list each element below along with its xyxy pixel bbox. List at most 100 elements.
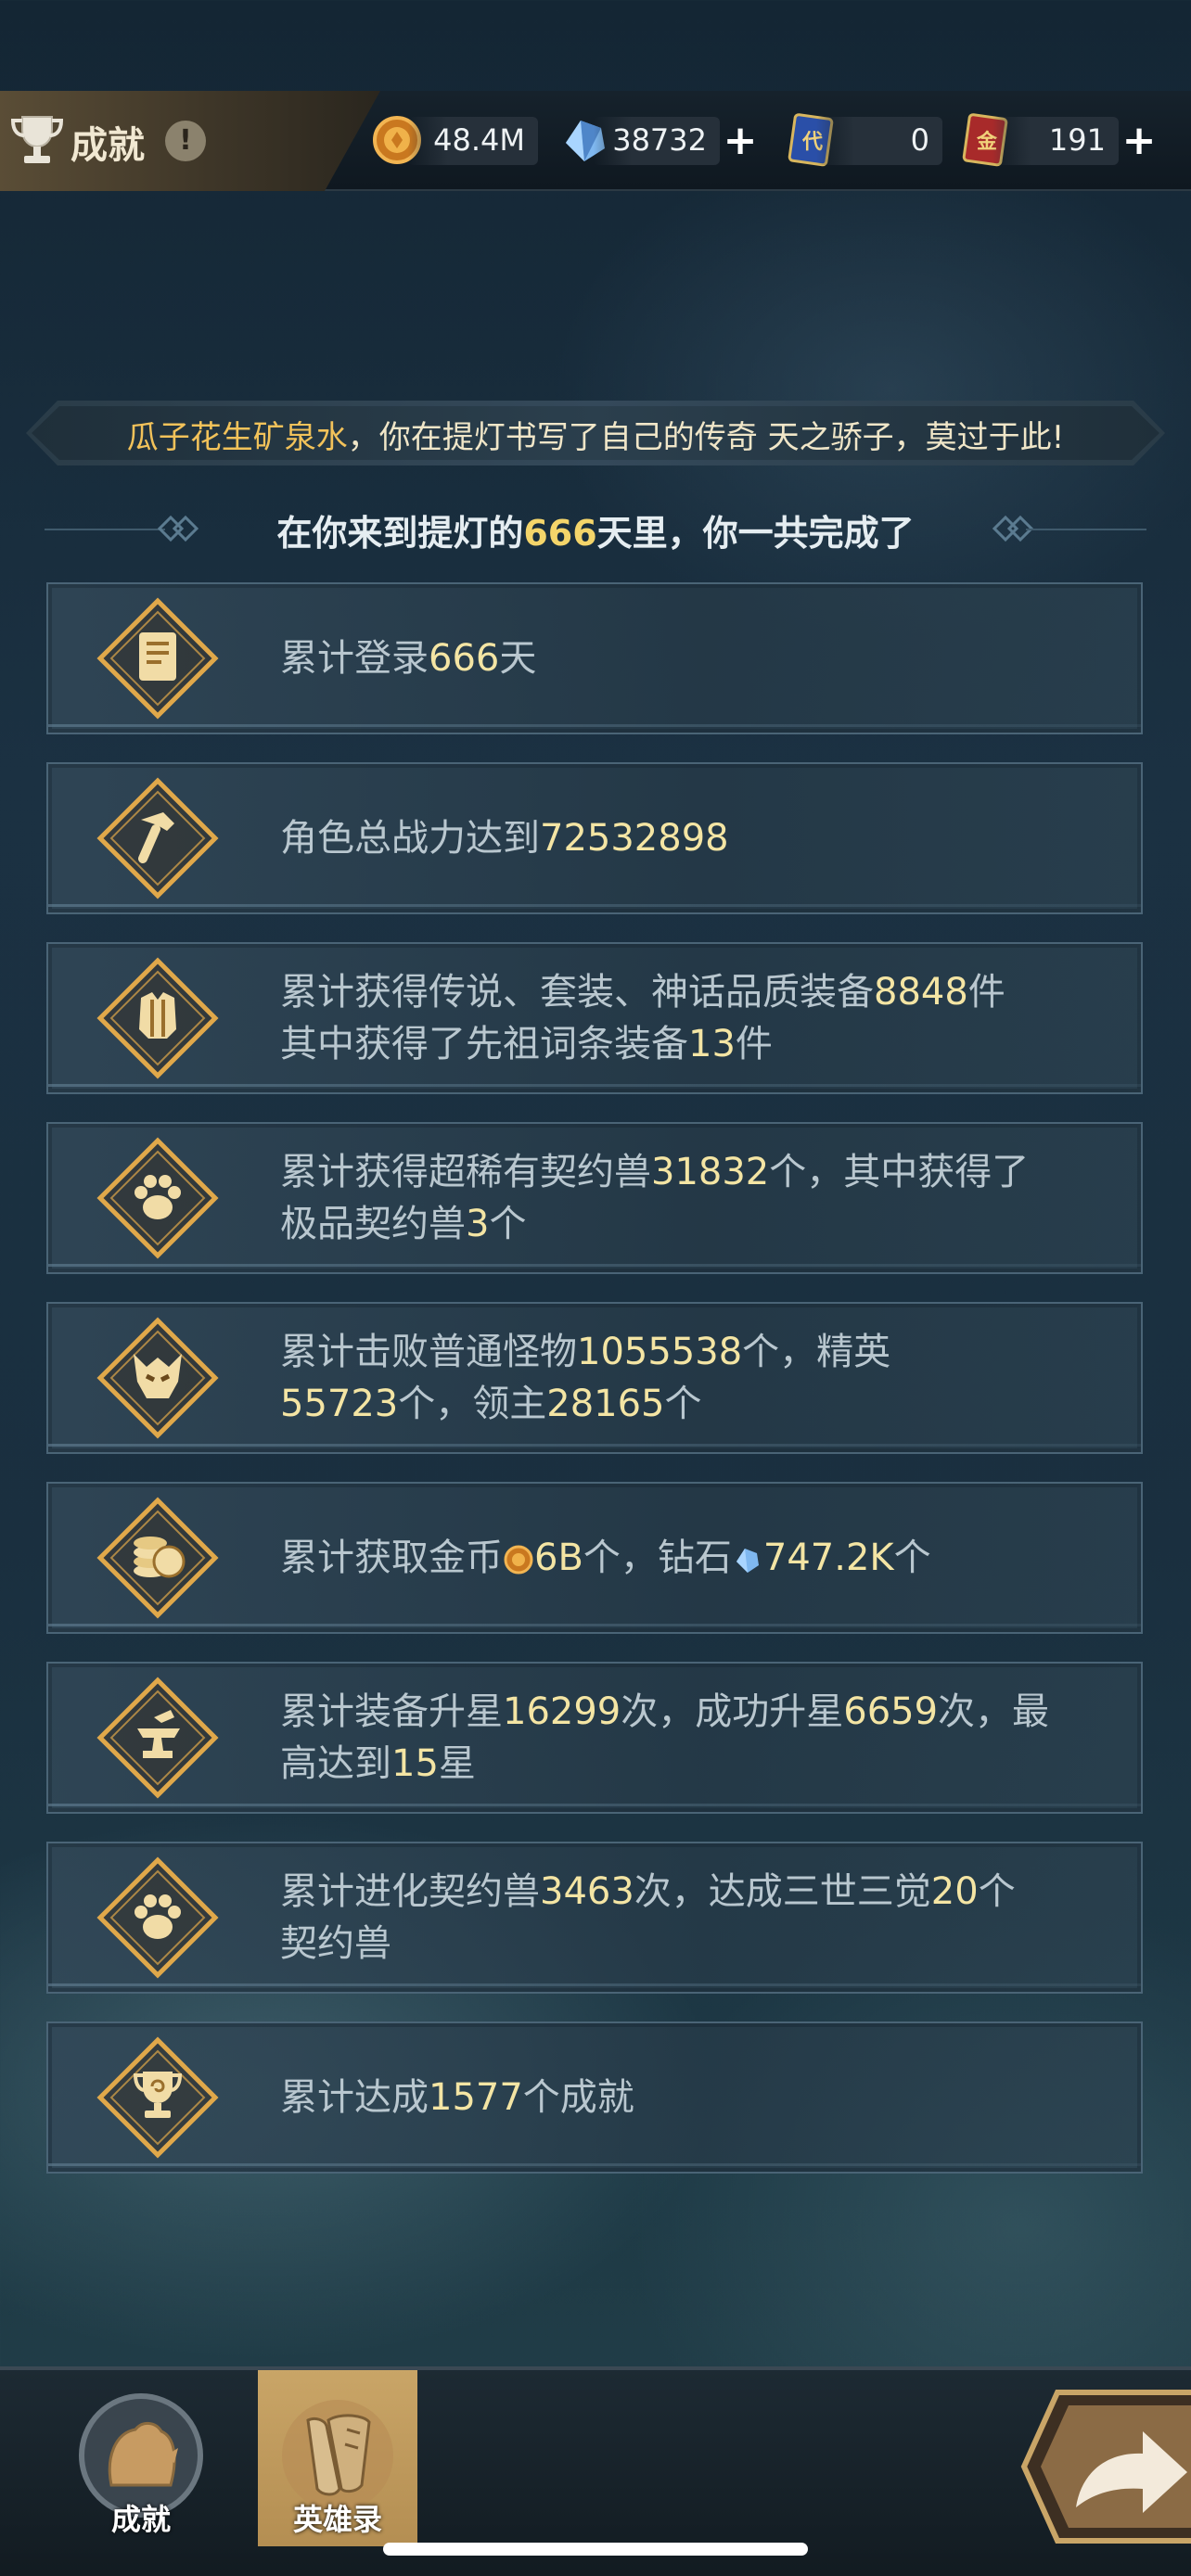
home-indicator bbox=[383, 2543, 808, 2556]
stat-value: 6B bbox=[534, 1537, 583, 1579]
stat-value: 6659 bbox=[843, 1690, 939, 1733]
stat-value: 3 bbox=[466, 1203, 490, 1245]
add-diamond-button[interactable]: + bbox=[722, 121, 759, 161]
stat-value: 16299 bbox=[503, 1690, 621, 1733]
share-button[interactable] bbox=[1020, 2387, 1191, 2546]
diamond-icon bbox=[736, 1549, 759, 1573]
paw-icon bbox=[96, 1137, 219, 1259]
stat-card: 累计获得传说、套装、神话品质装备8848件 其中获得了先祖词条装备13件 bbox=[46, 942, 1143, 1094]
red-ticket-value: 191 bbox=[1048, 122, 1106, 158]
divider-right bbox=[1026, 529, 1146, 530]
coins-icon bbox=[96, 1497, 219, 1619]
stat-text: 累计获得超稀有契约兽31832个，其中获得了 极品契约兽3个 bbox=[280, 1124, 1113, 1272]
stat-label: 个 bbox=[664, 1383, 702, 1425]
stat-label: 次，达成三世三觉 bbox=[634, 1870, 931, 1913]
stat-label: 个，钻石 bbox=[583, 1537, 732, 1579]
page-title: 成就 bbox=[70, 124, 145, 167]
diamond-counter: 38732 bbox=[594, 117, 720, 165]
stat-label: 个，其中获得了 bbox=[769, 1151, 1030, 1193]
stat-text: 累计达成1577个成就 bbox=[280, 2023, 1113, 2172]
stat-label: 个，领主 bbox=[398, 1383, 547, 1425]
stat-value: 3463 bbox=[540, 1870, 634, 1913]
tab-hero-records[interactable]: 英雄录 bbox=[258, 2370, 417, 2546]
stat-label: 高达到 bbox=[280, 1742, 391, 1785]
stat-label: 累计击败普通怪物 bbox=[280, 1331, 577, 1373]
stat-label: 极品契约兽 bbox=[280, 1203, 466, 1245]
monster-icon bbox=[96, 1317, 219, 1439]
blue-ticket-value: 0 bbox=[910, 122, 929, 158]
stat-label: 累计获得传说、套装、神话品质装备 bbox=[280, 971, 874, 1014]
stat-label: 累计达成 bbox=[280, 2076, 429, 2119]
stat-value: 15 bbox=[391, 1742, 439, 1785]
stat-card: 累计进化契约兽3463次，达成三世三觉20个契约兽 bbox=[46, 1842, 1143, 1994]
stat-value: 747.2K bbox=[762, 1537, 894, 1579]
stat-label: 契约兽 bbox=[280, 1922, 391, 1965]
top-bar: 成就 ! 48.4M 38732 + 代 0 金 191 + bbox=[0, 91, 1191, 191]
armor-icon bbox=[96, 957, 219, 1079]
stat-label: 累计装备升星 bbox=[280, 1690, 503, 1733]
stat-value: 20 bbox=[930, 1870, 979, 1913]
player-name: 瓜子花生矿泉水 bbox=[126, 419, 348, 456]
stat-card: 累计获得超稀有契约兽31832个，其中获得了 极品契约兽3个 bbox=[46, 1122, 1143, 1274]
summary-subtitle: 在你来到提灯的666天里，你一共完成了 bbox=[0, 501, 1191, 556]
stat-label: 累计进化契约兽 bbox=[280, 1870, 540, 1913]
scroll-icon bbox=[96, 597, 219, 720]
stat-card: 累计登录666天 bbox=[46, 582, 1143, 734]
stat-label: 次，最 bbox=[938, 1690, 1050, 1733]
trophy-icon bbox=[10, 116, 64, 163]
stat-text: 累计装备升星16299次，成功升星6659次，最高达到15星 bbox=[280, 1664, 1113, 1812]
stat-text: 累计击败普通怪物1055538个，精英 55723个，领主28165个 bbox=[280, 1304, 1113, 1452]
stat-label: 个成就 bbox=[522, 2076, 634, 2119]
gold-value: 48.4M bbox=[433, 122, 525, 158]
stat-card: 累计装备升星16299次，成功升星6659次，最高达到15星 bbox=[46, 1662, 1143, 1814]
stat-card: 角色总战力达到72532898 bbox=[46, 762, 1143, 914]
stat-label: 件 bbox=[967, 971, 1005, 1014]
stat-value: 72532898 bbox=[540, 817, 729, 860]
red-ticket-counter: 191 bbox=[992, 117, 1119, 165]
blue-ticket-counter: 0 bbox=[816, 117, 942, 165]
stat-value: 1055538 bbox=[577, 1331, 743, 1373]
tab-hero-records-label: 英雄录 bbox=[292, 2502, 382, 2537]
title-plate: 成就 ! bbox=[0, 91, 380, 191]
stat-label: 件 bbox=[735, 1023, 773, 1065]
diamond-value: 38732 bbox=[612, 122, 707, 158]
stat-label: 天 bbox=[499, 637, 537, 680]
stat-label: 个 bbox=[978, 1870, 1016, 1913]
stat-label: 次，成功升星 bbox=[621, 1690, 844, 1733]
stat-label: 个，精英 bbox=[742, 1331, 891, 1373]
stat-card: 累计达成1577个成就 bbox=[46, 2021, 1143, 2174]
stat-text: 累计登录666天 bbox=[280, 584, 1113, 733]
stat-label: 角色总战力达到 bbox=[280, 817, 540, 860]
stat-label: 累计获得超稀有契约兽 bbox=[280, 1151, 651, 1193]
stat-text: 累计获取金币 6B个，钻石 747.2K个 bbox=[280, 1484, 1113, 1632]
paw-icon bbox=[96, 1856, 219, 1979]
stat-label: 个 bbox=[489, 1203, 527, 1245]
tab-achievements[interactable]: 成就 bbox=[61, 2370, 221, 2546]
stat-label: 累计获取金币 bbox=[280, 1537, 503, 1579]
achievement-banner: 瓜子花生矿泉水，你在提灯书写了自己的传奇 天之骄子，莫过于此! bbox=[26, 401, 1165, 465]
gold-coin-icon bbox=[504, 1545, 533, 1575]
stat-value: 55723 bbox=[280, 1383, 399, 1425]
trophy-icon bbox=[96, 2036, 219, 2159]
add-ticket-button[interactable]: + bbox=[1121, 121, 1158, 161]
stat-label: 个 bbox=[893, 1537, 931, 1579]
info-icon[interactable]: ! bbox=[165, 121, 206, 161]
banner-message: ，你在提灯书写了自己的传奇 天之骄子，莫过于此! bbox=[347, 419, 1065, 456]
stat-value: 8848 bbox=[874, 971, 968, 1014]
anvil-icon bbox=[96, 1677, 219, 1799]
stat-label: 累计登录 bbox=[280, 637, 429, 680]
stat-value: 13 bbox=[688, 1023, 736, 1065]
hammer-icon bbox=[96, 777, 219, 899]
stat-text: 角色总战力达到72532898 bbox=[280, 764, 1113, 912]
stat-label: 其中获得了先祖词条装备 bbox=[280, 1023, 688, 1065]
stat-text: 累计进化契约兽3463次，达成三世三觉20个契约兽 bbox=[280, 1843, 1113, 1992]
stat-value: 666 bbox=[429, 637, 500, 680]
stat-label: 星 bbox=[438, 1742, 476, 1785]
banner-text: 瓜子花生矿泉水，你在提灯书写了自己的传奇 天之骄子，莫过于此! bbox=[26, 412, 1165, 457]
stat-card: 累计击败普通怪物1055538个，精英 55723个，领主28165个 bbox=[46, 1302, 1143, 1454]
stat-card: 累计获取金币 6B个，钻石 747.2K个 bbox=[46, 1482, 1143, 1634]
tab-achievements-label: 成就 bbox=[110, 2502, 171, 2537]
days-count: 666 bbox=[523, 513, 597, 554]
stat-text: 累计获得传说、套装、神话品质装备8848件 其中获得了先祖词条装备13件 bbox=[280, 944, 1113, 1092]
gold-counter: 48.4M bbox=[408, 117, 538, 165]
